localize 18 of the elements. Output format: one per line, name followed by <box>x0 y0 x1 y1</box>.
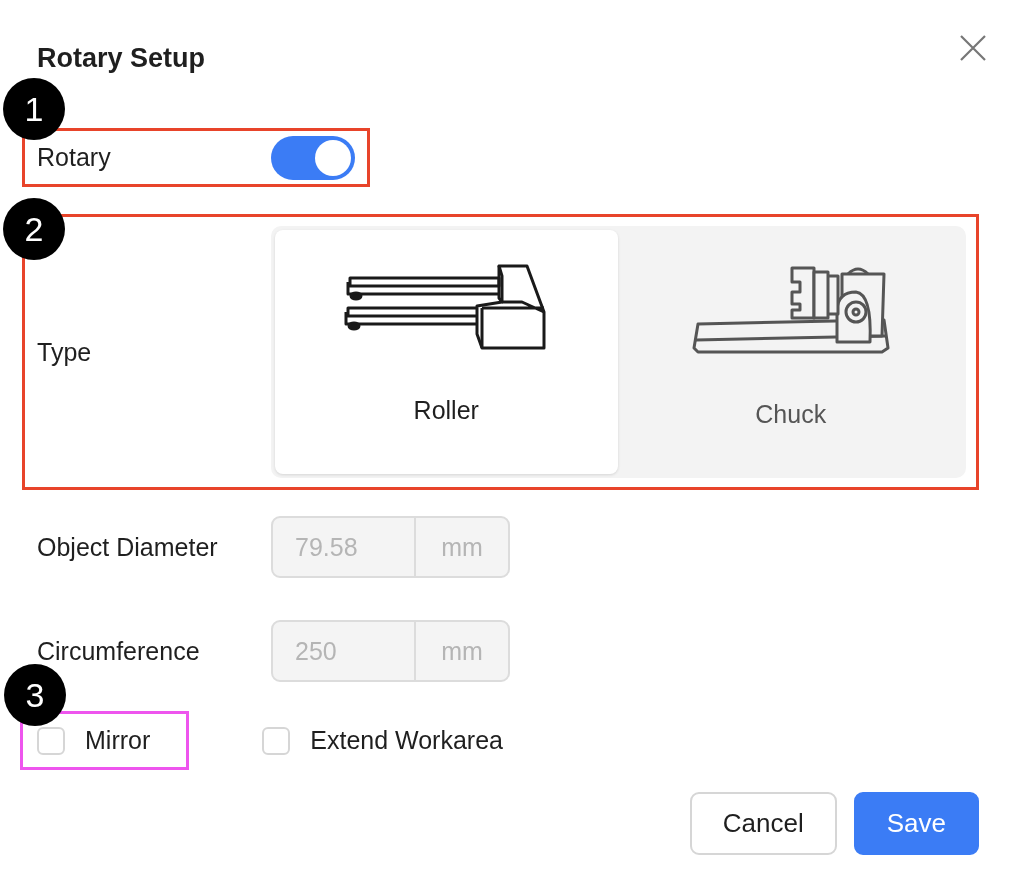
rotary-toggle[interactable] <box>271 135 355 180</box>
type-option[interactable]: Roller <box>275 230 618 474</box>
checkbox-label: Extend Workarea <box>310 726 503 755</box>
type-option[interactable]: Chuck <box>619 230 962 474</box>
rotary-label: Rotary <box>37 143 112 172</box>
checkbox-label: Mirror <box>85 726 151 755</box>
close-icon[interactable] <box>959 34 987 62</box>
step-number-badge: 3 <box>4 664 66 726</box>
field-label: Object Diameter <box>37 532 219 562</box>
checkbox[interactable] <box>262 726 291 755</box>
cancel-button[interactable]: Cancel <box>689 792 837 855</box>
save-button[interactable]: Save <box>853 792 979 855</box>
checkbox[interactable] <box>37 726 65 755</box>
type-label: Type <box>37 337 93 367</box>
dialog-title: Rotary Setup <box>37 42 206 74</box>
step-number-badge: 2 <box>3 198 65 260</box>
field-label: Circumference <box>37 636 201 666</box>
step-number-badge: 1 <box>3 78 65 140</box>
